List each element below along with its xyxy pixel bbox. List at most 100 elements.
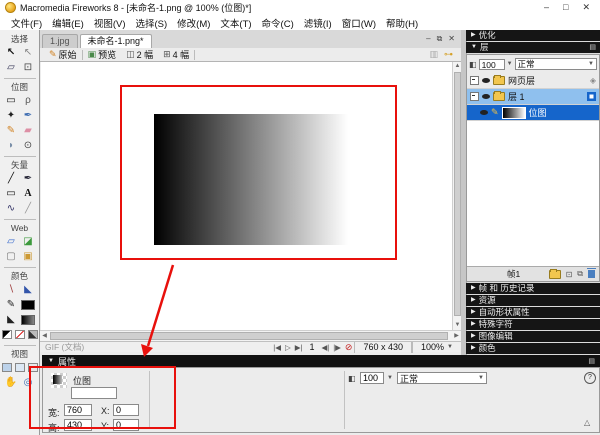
panel-options-icon[interactable]: ▤ — [589, 42, 596, 53]
marquee-tool-icon[interactable]: ▭ — [4, 94, 18, 107]
first-frame-icon[interactable]: |◀ — [271, 343, 283, 352]
layer-row-web-layer[interactable]: 网页层 ◈ — [467, 73, 599, 89]
help-icon[interactable]: ? — [584, 372, 596, 384]
magic-wand-tool-icon[interactable]: ✦ — [4, 109, 18, 122]
pointer-tool-icon[interactable]: ↖ — [4, 46, 18, 59]
rectangle-tool-icon[interactable]: ▭ — [4, 187, 18, 200]
vertical-scrollbar[interactable]: ▲ ▼ — [452, 62, 461, 330]
image-editing-panel-header[interactable]: ▶ 图像编辑 — [466, 331, 600, 342]
original-view-button[interactable]: ✎ 原始 — [44, 49, 82, 61]
previous-frame-icon[interactable]: ◀| — [319, 343, 331, 352]
layer-expander-icon[interactable] — [470, 76, 479, 85]
colors-panel-header[interactable]: ▶ 颜色 — [466, 343, 600, 354]
full-screen-menus-mode-button[interactable] — [15, 363, 25, 372]
visibility-eye-icon[interactable] — [480, 110, 488, 115]
layer-row-bitmap[interactable]: ✎ 位图 — [467, 105, 599, 121]
scroll-left-icon[interactable]: ◀ — [40, 332, 49, 341]
properties-panel-header[interactable]: ▼ 属性 ▤ — [42, 355, 600, 367]
stop-icon[interactable]: ⊘ — [343, 342, 355, 353]
zoom-level-dropdown[interactable]: 100% ▼ — [412, 342, 461, 353]
menu-window[interactable]: 窗口(W) — [337, 16, 381, 30]
horizontal-scrollbar[interactable]: ◀ ▶ — [40, 330, 461, 341]
blend-mode-dropdown[interactable]: 正常 ▼ — [397, 372, 487, 384]
new-layer-folder-icon[interactable] — [549, 270, 561, 279]
line-tool-icon[interactable]: ╱ — [4, 172, 18, 185]
full-screen-mode-button[interactable] — [28, 363, 38, 372]
menu-select[interactable]: 选择(S) — [130, 16, 172, 30]
freeform-tool-icon[interactable]: ∿ — [4, 202, 18, 215]
horizontal-scroll-thumb[interactable] — [50, 332, 448, 340]
assets-panel-header[interactable]: ▶ 资源 — [466, 295, 600, 306]
hand-tool-icon[interactable]: ✋ — [4, 376, 18, 389]
swap-colors-button[interactable] — [28, 330, 38, 339]
canvas-area[interactable] — [41, 62, 452, 330]
menu-modify[interactable]: 修改(M) — [172, 16, 215, 30]
hide-slices-tool-icon[interactable]: ▢ — [4, 250, 18, 263]
minimize-icon[interactable]: – — [544, 2, 549, 13]
lasso-tool-icon[interactable]: ρ — [21, 94, 35, 107]
chevron-down-icon[interactable]: ▼ — [387, 375, 393, 381]
eyedropper-tool-icon[interactable]: ∖ — [4, 283, 18, 296]
menu-commands[interactable]: 命令(C) — [257, 16, 299, 30]
layer-opacity-input[interactable]: 100 — [479, 59, 505, 70]
menu-file[interactable]: 文件(F) — [6, 16, 47, 30]
default-colors-button[interactable] — [2, 330, 12, 339]
x-input[interactable] — [113, 404, 139, 416]
object-name-input[interactable] — [71, 387, 117, 399]
layer-blend-mode-dropdown[interactable]: 正常 ▼ — [515, 58, 597, 70]
pencil-tool-icon[interactable]: ✎ — [4, 124, 18, 137]
menu-filters[interactable]: 滤镜(I) — [299, 16, 337, 30]
vertical-scroll-thumb[interactable] — [454, 72, 461, 316]
brush-tool-icon[interactable]: ✒ — [21, 109, 35, 122]
special-characters-panel-header[interactable]: ▶ 特殊字符 — [466, 319, 600, 330]
slice-tool-icon[interactable]: ◪ — [21, 235, 35, 248]
height-input[interactable] — [64, 419, 92, 431]
collapse-panel-icon[interactable]: △ — [584, 418, 590, 427]
preview-view-button[interactable]: ▣ 预览 — [83, 49, 122, 61]
gradient-bitmap-object[interactable] — [154, 114, 348, 245]
menu-view[interactable]: 视图(V) — [89, 16, 131, 30]
zoom-tool-icon[interactable]: ◎ — [21, 376, 35, 389]
paint-bucket-tool-icon[interactable]: ◣ — [21, 283, 35, 296]
show-slices-tool-icon[interactable]: ▣ — [21, 250, 35, 263]
last-frame-icon[interactable]: ▶| — [293, 343, 305, 352]
y-input[interactable] — [113, 419, 139, 431]
layer-expander-icon[interactable] — [470, 92, 479, 101]
fill-color-swatch[interactable] — [21, 315, 35, 325]
scroll-right-icon[interactable]: ▶ — [452, 332, 461, 341]
play-icon[interactable]: ▷ — [283, 343, 293, 352]
standard-screen-mode-button[interactable] — [2, 363, 12, 372]
menu-edit[interactable]: 编辑(E) — [47, 16, 89, 30]
quick-export-icon[interactable]: ⊶ — [444, 49, 453, 60]
text-tool-icon[interactable]: A — [21, 187, 35, 200]
visibility-eye-icon[interactable] — [482, 94, 490, 99]
frames-history-panel-header[interactable]: ▶ 帧 和 历史记录 — [466, 283, 600, 294]
maximize-icon[interactable]: □ — [563, 2, 568, 13]
four-up-view-button[interactable]: ⊞ 4 幅 — [158, 49, 194, 61]
chevron-down-icon[interactable]: ▼ — [507, 61, 513, 67]
visibility-eye-icon[interactable] — [482, 78, 490, 83]
knife-tool-icon[interactable]: ╱ — [21, 202, 35, 215]
opacity-input[interactable] — [360, 372, 384, 384]
new-sub-layer-icon[interactable]: ⊡ — [566, 270, 573, 279]
two-up-view-button[interactable]: ◫ 2 幅 — [121, 49, 158, 61]
new-layer-icon[interactable]: ⧉ — [577, 269, 583, 279]
optimize-panel-header[interactable]: ▶ 优化 — [466, 30, 600, 41]
tab-1jpg[interactable]: 1.jpg — [42, 34, 78, 48]
next-frame-icon[interactable]: |▶ — [331, 343, 343, 352]
menu-text[interactable]: 文本(T) — [215, 16, 256, 30]
menu-help[interactable]: 帮助(H) — [381, 16, 423, 30]
page-preview-icon[interactable]: ▥ — [429, 49, 438, 60]
delete-layer-trash-icon[interactable] — [588, 270, 595, 278]
blur-tool-icon[interactable]: ◗ — [4, 139, 18, 152]
close-icon[interactable]: ✕ — [582, 2, 590, 13]
doc-restore-icon[interactable]: ⧉ — [437, 34, 443, 44]
no-color-button[interactable] — [15, 330, 25, 339]
eraser-tool-icon[interactable]: ▰ — [21, 124, 35, 137]
rubber-stamp-tool-icon[interactable]: ⊙ — [21, 139, 35, 152]
doc-close-icon[interactable]: ✕ — [448, 34, 455, 44]
tab-untitled-png[interactable]: 未命名-1.png* — [80, 34, 152, 48]
hotspot-tool-icon[interactable]: ▱ — [4, 235, 18, 248]
layers-panel-header[interactable]: ▼ 层 ▤ — [466, 42, 600, 53]
crop-tool-icon[interactable]: ⊡ — [21, 61, 35, 74]
